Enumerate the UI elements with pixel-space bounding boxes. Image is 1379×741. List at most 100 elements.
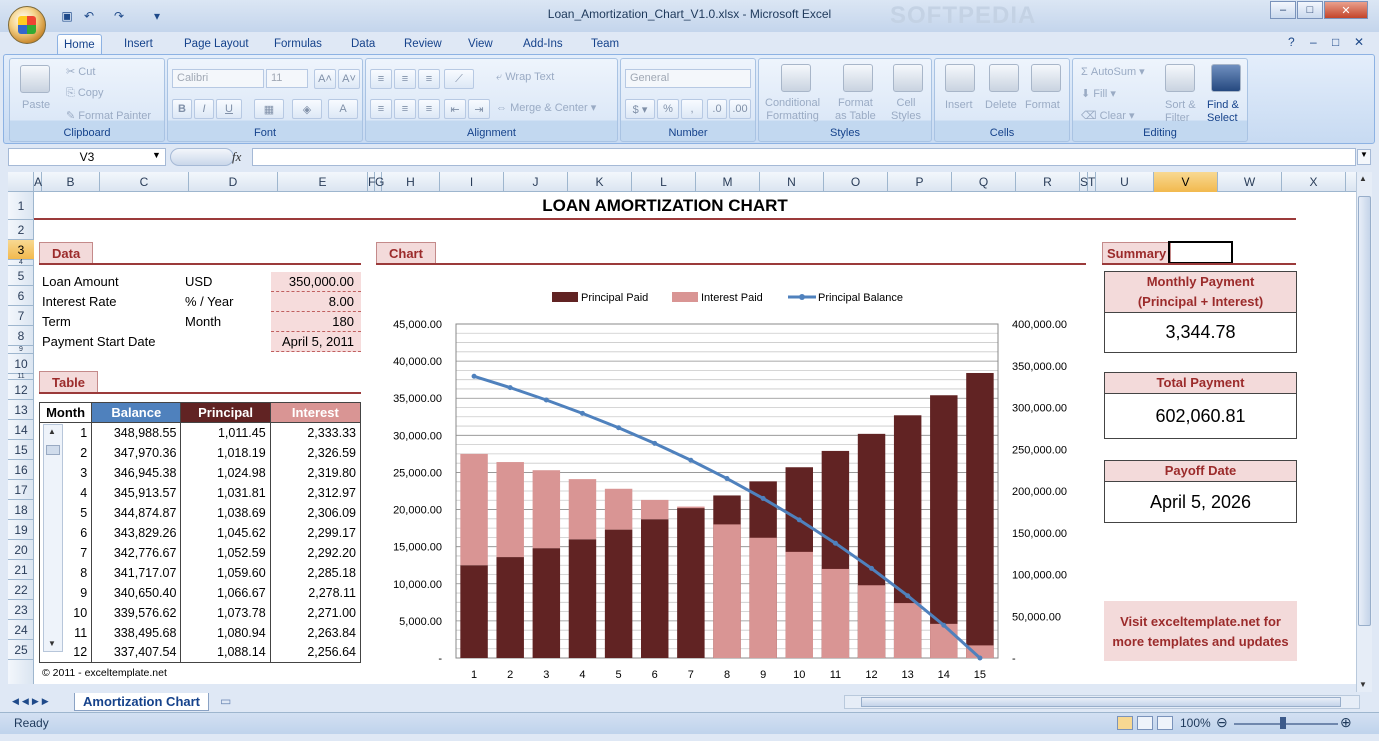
column-header-o[interactable]: O: [824, 172, 888, 192]
row-header-5[interactable]: 5: [8, 266, 34, 286]
insert-sheet-icon[interactable]: ▭: [220, 694, 231, 708]
office-button[interactable]: [8, 6, 46, 44]
principal-balance-point[interactable]: [543, 397, 549, 403]
formula-input[interactable]: [252, 148, 1356, 166]
decrease-indent-icon[interactable]: ⇤: [444, 99, 466, 119]
wrap-text-button[interactable]: ⤶ Wrap Text: [496, 71, 554, 84]
tab-add-ins[interactable]: Add-Ins: [517, 34, 569, 54]
fill-color-icon[interactable]: ◈: [292, 99, 322, 119]
close-button[interactable]: ✕: [1324, 1, 1368, 19]
table-cell[interactable]: 2,292.20: [269, 542, 362, 563]
table-cell[interactable]: 1,066.67: [180, 582, 271, 603]
table-cell[interactable]: 2,263.84: [269, 622, 362, 643]
principal-balance-point[interactable]: [977, 655, 983, 661]
table-cell[interactable]: 347,970.36: [91, 442, 182, 463]
principal-balance-point[interactable]: [688, 457, 694, 463]
column-header-w[interactable]: W: [1218, 172, 1282, 192]
number-format-combo[interactable]: General: [625, 69, 751, 88]
table-cell[interactable]: 1,024.98: [180, 462, 271, 483]
row-header-7[interactable]: 7: [8, 306, 34, 326]
table-cell[interactable]: 2,306.09: [269, 502, 362, 523]
principal-bar[interactable]: [496, 557, 524, 658]
table-cell[interactable]: 1,011.45: [180, 422, 271, 443]
align-center-icon[interactable]: ≡: [394, 99, 416, 119]
interest-bar[interactable]: [713, 524, 741, 658]
ribbon-close-icon[interactable]: ✕: [1354, 35, 1364, 49]
table-cell[interactable]: 2,312.97: [269, 482, 362, 503]
table-cell[interactable]: 2,285.18: [269, 562, 362, 583]
column-header-f[interactable]: F: [368, 172, 375, 192]
table-cell[interactable]: 2,278.11: [269, 582, 362, 603]
row-header-3[interactable]: 3: [8, 240, 34, 260]
row-header-2[interactable]: 2: [8, 220, 34, 240]
column-header-i[interactable]: I: [440, 172, 504, 192]
table-cell[interactable]: 341,717.07: [91, 562, 182, 583]
font-size-combo[interactable]: 11: [266, 69, 308, 88]
row-header-22[interactable]: 22: [8, 580, 34, 600]
sort-filter-button[interactable]: Sort & Filter: [1165, 99, 1196, 125]
grow-font-icon[interactable]: A˄: [314, 69, 336, 89]
percent-icon[interactable]: %: [657, 99, 679, 119]
format-as-table-icon[interactable]: [843, 64, 873, 92]
sheet-tab-amortization[interactable]: Amortization Chart: [74, 693, 209, 711]
table-cell[interactable]: 1,059.60: [180, 562, 271, 583]
column-header-h[interactable]: H: [382, 172, 440, 192]
cell-styles-icon[interactable]: [893, 64, 923, 92]
underline-icon[interactable]: U: [216, 99, 242, 119]
loan-amount-input[interactable]: 350,000.00: [271, 272, 361, 292]
vertical-scrollbar[interactable]: ▲ ▼: [1356, 172, 1372, 692]
comma-icon[interactable]: ,: [681, 99, 703, 119]
shrink-font-icon[interactable]: A˅: [338, 69, 360, 89]
principal-bar[interactable]: [966, 372, 994, 658]
table-cell[interactable]: 1,045.62: [180, 522, 271, 543]
increase-indent-icon[interactable]: ⇥: [468, 99, 490, 119]
column-header-l[interactable]: L: [632, 172, 696, 192]
zoom-slider[interactable]: [1234, 723, 1338, 725]
table-cell[interactable]: 340,650.40: [91, 582, 182, 603]
tab-formulas[interactable]: Formulas: [268, 34, 328, 54]
principal-bar[interactable]: [677, 508, 705, 658]
interest-bar[interactable]: [893, 603, 922, 658]
align-bottom-icon[interactable]: ≡: [418, 69, 440, 89]
row-header-1[interactable]: 1: [8, 192, 34, 220]
principal-bar[interactable]: [604, 529, 633, 658]
scroll-down-icon[interactable]: ▼: [1359, 680, 1367, 689]
horizontal-scrollbar[interactable]: [844, 695, 1360, 709]
row-header-8[interactable]: 8: [8, 326, 34, 346]
scroll-down-icon[interactable]: ▼: [48, 639, 56, 648]
italic-icon[interactable]: I: [194, 99, 214, 119]
table-cell[interactable]: 2,326.59: [269, 442, 362, 463]
column-header-s[interactable]: S: [1080, 172, 1088, 192]
column-header-u[interactable]: U: [1096, 172, 1154, 192]
find-select-button[interactable]: Find & Select: [1207, 99, 1239, 125]
principal-balance-point[interactable]: [869, 565, 875, 571]
principal-balance-point[interactable]: [941, 622, 947, 628]
principal-balance-point[interactable]: [796, 517, 802, 523]
amortization-chart[interactable]: - 5,000.00 10,000.00 15,000.00 20,000.00 25,0…: [376, 272, 1086, 684]
row-header-25[interactable]: 25: [8, 640, 34, 660]
column-header-q[interactable]: Q: [952, 172, 1016, 192]
principal-bar[interactable]: [568, 539, 597, 658]
font-name-combo[interactable]: Calibri: [172, 69, 264, 88]
conditional-formatting-icon[interactable]: [781, 64, 811, 92]
scroll-thumb[interactable]: [46, 445, 60, 455]
row-header-9[interactable]: 9: [8, 346, 34, 354]
decrease-decimal-icon[interactable]: .00: [729, 99, 751, 119]
insert-function-icon[interactable]: fx: [232, 149, 241, 165]
table-cell[interactable]: 342,776.67: [91, 542, 182, 563]
column-header-k[interactable]: K: [568, 172, 632, 192]
format-cells-button[interactable]: Format: [1025, 99, 1060, 111]
select-all-corner[interactable]: [8, 172, 34, 192]
column-header-m[interactable]: M: [696, 172, 760, 192]
tab-data[interactable]: Data: [345, 34, 381, 54]
vertical-scroll-thumb[interactable]: [1358, 196, 1371, 626]
horizontal-scroll-thumb[interactable]: [861, 697, 1341, 707]
column-header-g[interactable]: G: [375, 172, 384, 192]
principal-balance-point[interactable]: [832, 540, 838, 546]
row-header-19[interactable]: 19: [8, 520, 34, 540]
scroll-up-icon[interactable]: ▲: [48, 427, 56, 436]
name-box-dropdown-icon[interactable]: ▼: [152, 150, 161, 160]
format-cells-icon[interactable]: [1031, 64, 1061, 92]
page-break-view-icon[interactable]: [1157, 716, 1173, 730]
column-header-d[interactable]: D: [189, 172, 278, 192]
